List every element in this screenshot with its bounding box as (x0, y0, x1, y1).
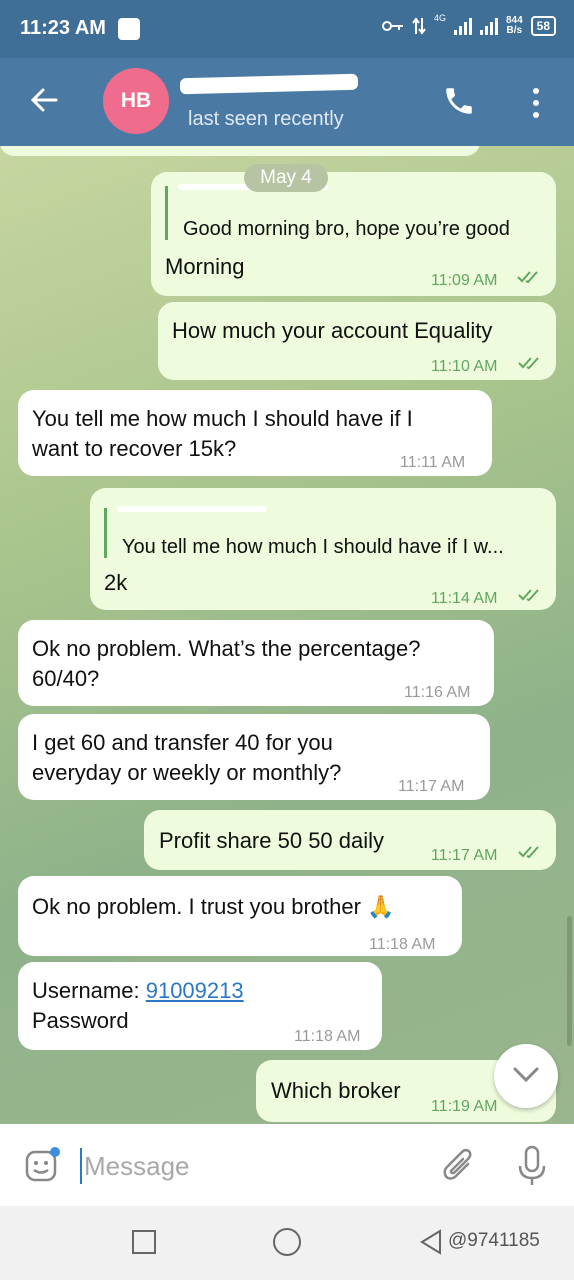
message-time: 11:17 AM (398, 778, 465, 795)
message-text: Ok no problem. I trust you brother 🙏 (32, 894, 395, 919)
key-icon (381, 21, 403, 31)
message-bubble-outgoing[interactable]: Good morning bro, hope you’re good Morni… (151, 172, 556, 296)
message-text: How much your account Equality (172, 318, 493, 343)
quoted-text: You tell me how much I should have if I … (122, 536, 504, 558)
system-nav-bar: @9741185 (0, 1206, 574, 1280)
message-text: 2k (104, 570, 128, 595)
message-bubble-incoming[interactable]: Ok no problem. What’s the percentage? 60… (18, 620, 494, 706)
message-bubble-incoming[interactable]: You tell me how much I should have if I … (18, 390, 492, 476)
message-bubble-outgoing[interactable]: How much your account Equality 11:10 AM (158, 302, 556, 380)
message-text-line: 60/40? (32, 666, 100, 691)
message-text: Profit share 50 50 daily (159, 828, 385, 853)
status-time: 11:23 AM (20, 17, 106, 39)
contact-name-redacted[interactable] (179, 73, 359, 95)
scroll-down-button[interactable] (494, 1044, 558, 1108)
message-input-bar: Message (0, 1124, 574, 1206)
chevron-down-icon (513, 1067, 539, 1083)
double-check-icon (518, 589, 539, 602)
arrow-left-icon[interactable] (28, 84, 60, 116)
message-bubble-outgoing[interactable]: Profit share 50 50 daily 11:17 AM (144, 810, 556, 870)
nav-back-icon[interactable] (418, 1228, 444, 1256)
message-text: Which broker (271, 1078, 401, 1103)
network-type: 4G (433, 13, 446, 23)
battery-indicator: 58 (530, 16, 556, 36)
speed-unit: B/s (506, 25, 523, 36)
message-input[interactable]: Message (84, 1151, 190, 1182)
message-time: 11:09 AM (431, 272, 498, 289)
signal-icon (453, 17, 472, 35)
paperclip-icon[interactable] (440, 1146, 478, 1186)
chat-header: HB last seen recently (0, 58, 574, 146)
password-line: Password (32, 1006, 255, 1036)
chat-area[interactable]: Good morning bro, hope you’re good Morni… (0, 146, 574, 1124)
signal-icon-2 (479, 17, 498, 35)
message-time: 11:11 AM (400, 454, 466, 471)
more-vertical-icon[interactable] (526, 86, 546, 120)
text-cursor (80, 1148, 82, 1184)
credentials-line: Username: 91009213 (32, 976, 244, 1006)
status-icons: 4G 844 B/s 58 (381, 13, 556, 36)
message-time: 11:16 AM (404, 684, 471, 701)
password-label: Password (32, 1008, 129, 1033)
quoted-text: Good morning bro, hope you’re good (183, 218, 510, 240)
data-transfer-icon (412, 17, 426, 35)
last-seen-status: last seen recently (188, 108, 344, 130)
notification-icon (118, 18, 140, 40)
microphone-icon[interactable] (516, 1144, 548, 1188)
message-text-line: everyday or weekly or monthly? (32, 760, 342, 785)
status-bar: 11:23 AM 4G 844 B/s 58 (0, 0, 574, 58)
message-text-line: You tell me how much I should have if I (32, 406, 413, 431)
network-speed: 844 B/s (506, 16, 523, 36)
message-text-line: want to recover 15k? (32, 436, 237, 461)
message-time: 11:14 AM (431, 590, 498, 607)
phone-icon[interactable] (442, 84, 476, 118)
message-time: 11:18 AM (294, 1028, 361, 1045)
quoted-name-redacted (117, 506, 267, 512)
message-text-line: I get 60 and transfer 40 for you (32, 730, 333, 755)
username-label: Username: (32, 978, 146, 1003)
sticker-emoji-icon[interactable] (24, 1146, 62, 1184)
date-separator: May 4 (244, 164, 328, 192)
message-time: 11:19 AM (431, 1098, 498, 1115)
message-bubble-incoming[interactable]: Ok no problem. I trust you brother 🙏 11:… (18, 876, 462, 956)
recent-apps-button[interactable] (132, 1230, 156, 1254)
double-check-icon (518, 846, 539, 859)
double-check-icon (517, 271, 538, 284)
scrollbar[interactable] (567, 916, 572, 1046)
double-check-icon (518, 357, 539, 370)
message-text: Morning (165, 254, 245, 279)
message-time: 11:10 AM (431, 358, 498, 375)
home-button[interactable] (273, 1228, 301, 1256)
watermark-text: @9741185 (448, 1230, 540, 1251)
avatar[interactable]: HB (103, 68, 169, 134)
message-time: 11:17 AM (431, 847, 498, 864)
message-text-line: Ok no problem. What’s the percentage? (32, 636, 421, 661)
reply-quote[interactable]: You tell me how much I should have if I … (104, 506, 544, 558)
message-bubble-incoming[interactable]: Username: 91009213 Password 11:18 AM (18, 962, 382, 1050)
reply-quote[interactable]: Good morning bro, hope you’re good (165, 184, 545, 240)
password-redacted (134, 1017, 255, 1028)
previous-message-partial (0, 146, 480, 156)
message-bubble-outgoing[interactable]: You tell me how much I should have if I … (90, 488, 556, 610)
message-bubble-incoming[interactable]: I get 60 and transfer 40 for you everyda… (18, 714, 490, 800)
message-time: 11:18 AM (369, 936, 436, 953)
username-link[interactable]: 91009213 (146, 978, 244, 1003)
